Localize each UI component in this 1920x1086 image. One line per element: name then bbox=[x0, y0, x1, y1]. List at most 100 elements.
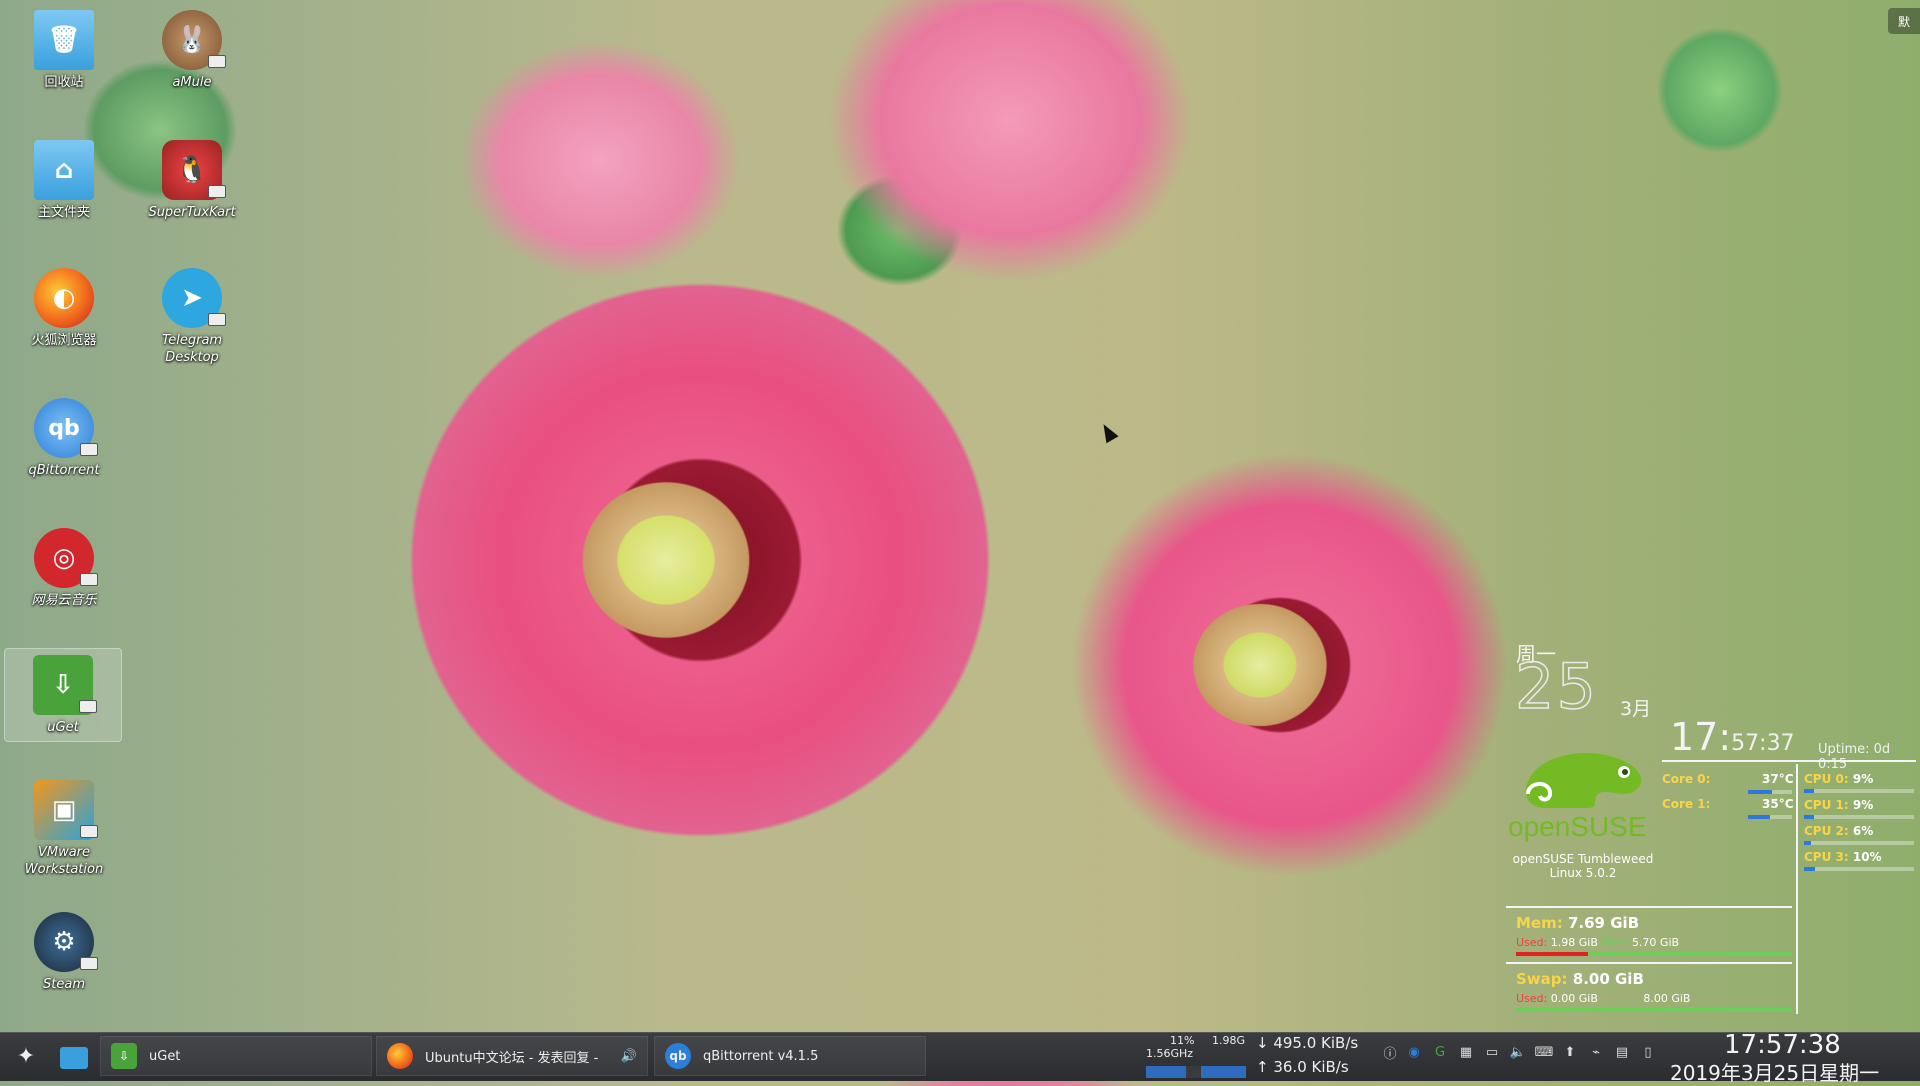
widget-vertical-divider bbox=[1796, 764, 1798, 1014]
amule-icon: 🐰 bbox=[162, 10, 226, 70]
kernel-label: Linux 5.0.2 bbox=[1549, 866, 1617, 880]
cpu1-fill bbox=[1804, 815, 1814, 819]
icon-label: 火狐浏览器 bbox=[31, 333, 97, 348]
core1-temp-fill bbox=[1748, 815, 1770, 819]
launcher-badge-icon bbox=[208, 55, 226, 68]
qbittorrent-tray-icon[interactable]: ◉ bbox=[1406, 1044, 1422, 1060]
home-folder-icon: ⌂ bbox=[34, 140, 94, 200]
launcher-badge-icon bbox=[79, 700, 97, 713]
folder-icon bbox=[60, 1047, 88, 1069]
trash-folder-icon: 🗑 bbox=[34, 10, 94, 70]
cpu3-usage: CPU 3: 10% bbox=[1804, 850, 1882, 864]
taskbar-date[interactable]: 2019年3月25日星期一 bbox=[1670, 1057, 1879, 1086]
core1-temp: 35°C bbox=[1762, 797, 1794, 811]
icon-label: 网易云音乐 bbox=[31, 593, 97, 608]
cpu1-usage: CPU 1: 9% bbox=[1804, 798, 1874, 812]
file-manager-launcher[interactable] bbox=[58, 1038, 90, 1078]
task-label: uGet bbox=[149, 1048, 181, 1064]
uget-tray-icon[interactable]: G bbox=[1432, 1044, 1448, 1060]
launcher-badge-icon bbox=[80, 957, 98, 970]
uptime-label: Uptime: 0d 0:15 bbox=[1818, 742, 1891, 772]
updates-icon[interactable]: ⬆ bbox=[1562, 1044, 1578, 1060]
cpu2-bar bbox=[1804, 841, 1914, 845]
desktop-icon-vmware[interactable]: ▣ VMware Workstation bbox=[6, 780, 122, 878]
icon-label: SuperTuxKart bbox=[148, 205, 236, 220]
firefox-icon bbox=[387, 1043, 413, 1069]
task-label: qBittorrent v4.1.5 bbox=[703, 1048, 819, 1064]
keyboard-icon[interactable]: ⌨ bbox=[1535, 1044, 1554, 1060]
task-firefox[interactable]: Ubuntu中文论坛 - 发表回复 - 🔊 bbox=[376, 1036, 648, 1076]
task-uget[interactable]: ⇩ uGet bbox=[100, 1036, 372, 1076]
desktop-icon-qbittorrent[interactable]: qb qBittorrent bbox=[6, 398, 122, 479]
usb-icon[interactable]: ⌁ bbox=[1588, 1044, 1604, 1060]
firefox-icon: ◐ bbox=[34, 268, 94, 328]
cpu-frequency: 1.56GHz bbox=[1146, 1047, 1194, 1060]
icon-label: qBittorrent bbox=[28, 463, 100, 478]
cpu3-fill bbox=[1804, 867, 1815, 871]
cpu1-bar bbox=[1804, 815, 1914, 819]
month-label: 3月 bbox=[1620, 698, 1652, 720]
taskbar-clock[interactable]: 17:57:38 bbox=[1724, 1030, 1841, 1060]
os-name-label: openSUSE Tumbleweed bbox=[1512, 852, 1654, 866]
core0-temp-fill bbox=[1748, 790, 1773, 794]
application-launcher-button[interactable]: ✦ bbox=[6, 1036, 46, 1076]
core0-label: Core 0: bbox=[1662, 772, 1711, 786]
cpu2-usage: CPU 2: 6% bbox=[1804, 824, 1874, 838]
widget-seconds: 57:37 bbox=[1731, 731, 1795, 756]
core1-temp-bar bbox=[1748, 815, 1792, 819]
task-qbittorrent[interactable]: qb qBittorrent v4.1.5 bbox=[654, 1036, 926, 1076]
icon-label: Telegram Desktop bbox=[161, 333, 223, 365]
cpu3-bar bbox=[1804, 867, 1914, 871]
core1-label: Core 1: bbox=[1662, 797, 1711, 811]
display-icon[interactable]: ▭ bbox=[1484, 1044, 1500, 1060]
vmware-icon: ▣ bbox=[34, 780, 98, 840]
desktop-icon-telegram[interactable]: ➤ Telegram Desktop bbox=[134, 268, 250, 366]
mouse-cursor-icon bbox=[1097, 420, 1119, 444]
memory-used: 1.98G bbox=[1212, 1034, 1246, 1047]
opensuse-logo-icon: openSUSE bbox=[1508, 753, 1647, 842]
mem-bar bbox=[1516, 952, 1792, 956]
mem-fill bbox=[1516, 952, 1588, 956]
notes-icon[interactable]: ▤ bbox=[1614, 1044, 1630, 1060]
clipboard-icon[interactable]: ▦ bbox=[1458, 1044, 1474, 1060]
icon-label: 回收站 bbox=[44, 75, 84, 90]
desktop-icon-amule[interactable]: 🐰 aMule bbox=[134, 10, 250, 91]
speaker-icon: 🔊 bbox=[620, 1048, 637, 1064]
mem-usage: Used: 1.98 GiB Free: 5.70 GiB bbox=[1516, 936, 1680, 949]
launcher-badge-icon bbox=[80, 443, 98, 456]
icon-label: 主文件夹 bbox=[37, 205, 90, 220]
core0-temp: 37°C bbox=[1762, 772, 1794, 786]
widget-divider bbox=[1662, 760, 1916, 762]
launcher-badge-icon bbox=[80, 573, 98, 586]
panel-toggle-button[interactable]: 默 bbox=[1888, 8, 1920, 34]
uget-icon: ⇩ bbox=[111, 1043, 137, 1069]
desktop-icon-home[interactable]: ⌂ 主文件夹 bbox=[6, 140, 122, 221]
mem-total: Mem: 7.69 GiB bbox=[1516, 914, 1640, 932]
launcher-badge-icon bbox=[80, 825, 98, 838]
qbittorrent-icon: qb bbox=[665, 1043, 691, 1069]
cpu0-usage: CPU 0: 9% bbox=[1804, 772, 1874, 786]
cpu-graph bbox=[1146, 1066, 1246, 1078]
desktop-icon-steam[interactable]: ⚙ Steam bbox=[6, 912, 122, 993]
volume-icon[interactable]: 🔈 bbox=[1510, 1044, 1526, 1060]
info-icon[interactable]: ⓘ bbox=[1382, 1044, 1398, 1062]
telegram-icon: ➤ bbox=[162, 268, 226, 328]
widget-time: 17:57:37 bbox=[1670, 715, 1795, 759]
desktop-icon-supertuxkart[interactable]: 🐧 SuperTuxKart bbox=[134, 140, 250, 221]
icon-label: uGet bbox=[47, 720, 79, 735]
desktop-icon-netease-music[interactable]: ◎ 网易云音乐 bbox=[6, 528, 122, 609]
supertuxkart-icon: 🐧 bbox=[162, 140, 226, 200]
cpu0-fill bbox=[1804, 789, 1814, 793]
launcher-badge-icon bbox=[208, 185, 226, 198]
desktop-icon-uget[interactable]: ⇩ uGet bbox=[4, 648, 122, 742]
mem-divider bbox=[1506, 906, 1792, 908]
task-label: Ubuntu中文论坛 - 发表回复 - bbox=[425, 1050, 599, 1066]
netease-music-icon: ◎ bbox=[34, 528, 98, 588]
os-info: openSUSE Tumbleweed Linux 5.0.2 bbox=[1508, 852, 1658, 880]
battery-icon[interactable]: ▯ bbox=[1640, 1044, 1656, 1060]
day-number: 25 bbox=[1514, 649, 1598, 724]
icon-label: Steam bbox=[43, 977, 85, 992]
uget-icon: ⇩ bbox=[33, 655, 97, 715]
desktop-icon-trash[interactable]: 🗑 回收站 bbox=[6, 10, 122, 91]
desktop-icon-firefox[interactable]: ◐ 火狐浏览器 bbox=[6, 268, 122, 349]
